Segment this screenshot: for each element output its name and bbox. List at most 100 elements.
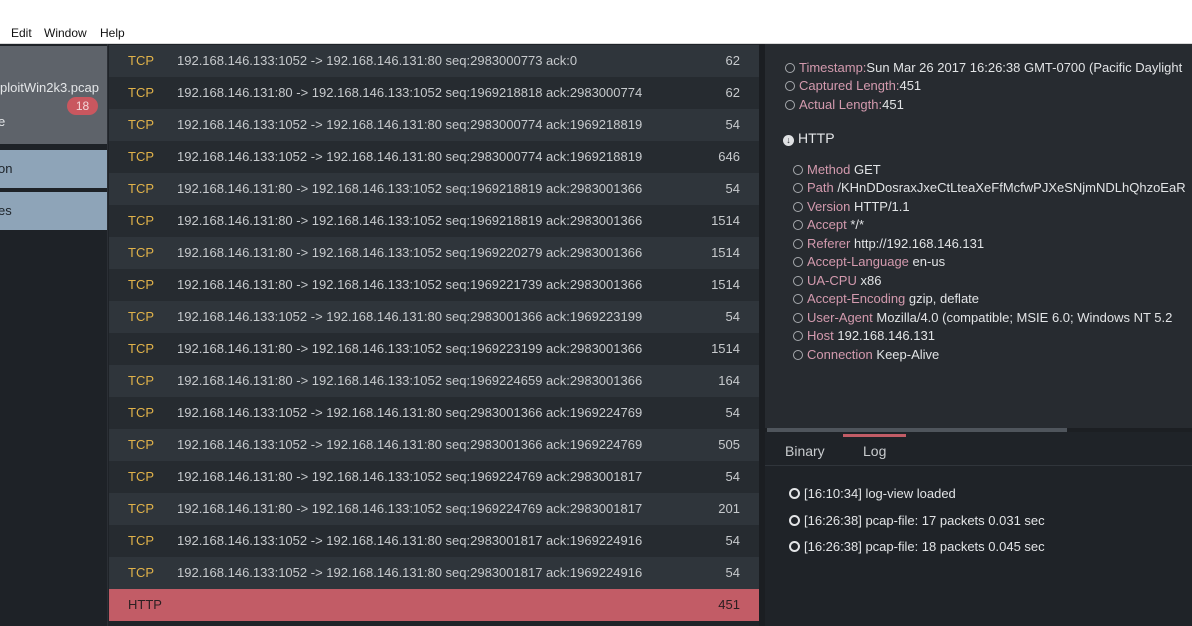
packet-protocol: TCP [128, 149, 154, 164]
packet-summary: 192.168.146.131:80 -> 192.168.146.133:10… [177, 501, 643, 516]
packet-length: 1514 [711, 245, 740, 260]
packet-row[interactable]: TCP 192.168.146.133:1052 -> 192.168.146.1… [109, 557, 759, 589]
packet-protocol: TCP [128, 469, 154, 484]
packet-protocol: TCP [128, 181, 154, 196]
detail-key: Path [807, 180, 834, 195]
detail-value: gzip, deflate [908, 291, 980, 306]
log-text: [16:26:38] pcap-file: 18 packets 0.045 s… [804, 539, 1045, 554]
packet-protocol: TCP [128, 405, 154, 420]
expand-circle-icon [785, 63, 795, 73]
detail-actual-length[interactable]: Actual Length:451 [785, 97, 904, 112]
packet-row[interactable]: TCP 192.168.146.133:1052 -> 192.168.146.1… [109, 141, 759, 173]
detail-timestamp[interactable]: Timestamp:Sun Mar 26 2017 16:26:38 GMT-0… [785, 60, 1182, 75]
detail-value: http://192.168.146.131 [853, 236, 985, 251]
detail-value: */* [850, 217, 865, 232]
collapse-arrow-icon: ↓ [783, 135, 794, 146]
packet-length: 54 [725, 533, 740, 548]
log-bullet-icon [789, 515, 800, 526]
menu-window[interactable]: Window [44, 26, 87, 40]
packet-length: 646 [718, 149, 740, 164]
sidebar-button-2[interactable]: es [0, 192, 107, 230]
packet-protocol: TCP [128, 245, 154, 260]
packet-row[interactable]: TCP 192.168.146.131:80 -> 192.168.146.133… [109, 493, 759, 525]
http-field[interactable]: UA-CPU x86 [793, 273, 881, 288]
http-field[interactable]: Accept-Language en-us [793, 254, 945, 269]
packet-row[interactable]: TCP 192.168.146.131:80 -> 192.168.146.133… [109, 77, 759, 109]
packet-protocol: TCP [128, 373, 154, 388]
http-field[interactable]: Accept */* [793, 217, 864, 232]
expand-circle-icon [785, 100, 795, 110]
packet-summary: 192.168.146.133:1052 -> 192.168.146.131:… [177, 565, 643, 580]
http-field[interactable]: Method GET [793, 162, 881, 177]
detail-key: Accept-Encoding [807, 291, 906, 306]
tab-binary[interactable]: Binary [785, 443, 825, 459]
http-field[interactable]: Accept-Encoding gzip, deflate [793, 291, 979, 306]
packet-summary: 192.168.146.131:80 -> 192.168.146.133:10… [177, 245, 643, 260]
packet-row[interactable]: TCP 192.168.146.133:1052 -> 192.168.146.1… [109, 429, 759, 461]
packet-row[interactable]: TCP 192.168.146.133:1052 -> 192.168.146.1… [109, 525, 759, 557]
tab-log[interactable]: Log [863, 443, 886, 459]
expand-circle-icon [785, 81, 795, 91]
packet-row[interactable]: TCP 192.168.146.131:80 -> 192.168.146.133… [109, 365, 759, 397]
expand-circle-icon [793, 183, 803, 193]
packet-summary: 192.168.146.131:80 -> 192.168.146.133:10… [177, 373, 643, 388]
http-field[interactable]: Path /KHnDDosraxJxeCtLteaXeFfMcfwPJXeSNj… [793, 180, 1186, 195]
pcap-file-card[interactable]: ploitWin2k3.pcap 18 e [0, 46, 107, 144]
packet-row[interactable]: TCP 192.168.146.133:1052 -> 192.168.146.1… [109, 301, 759, 333]
packet-row[interactable]: TCP 192.168.146.131:80 -> 192.168.146.133… [109, 237, 759, 269]
pcap-file-name: ploitWin2k3.pcap [0, 80, 99, 95]
detail-key: UA-CPU [807, 273, 857, 288]
detail-key: Accept [807, 217, 847, 232]
packet-length: 54 [725, 309, 740, 324]
packet-length: 62 [725, 85, 740, 100]
packet-protocol: TCP [128, 53, 154, 68]
packet-protocol: TCP [128, 341, 154, 356]
packet-length: 54 [725, 405, 740, 420]
packet-summary: 192.168.146.131:80 -> 192.168.146.133:10… [177, 277, 643, 292]
detail-value: x86 [860, 273, 882, 288]
packet-row[interactable]: TCP 192.168.146.133:1052 -> 192.168.146.1… [109, 397, 759, 429]
menu-edit[interactable]: Edit [11, 26, 32, 40]
packet-row[interactable]: TCP 192.168.146.131:80 -> 192.168.146.133… [109, 269, 759, 301]
http-field[interactable]: Version HTTP/1.1 [793, 199, 910, 214]
http-field[interactable]: Referer http://192.168.146.131 [793, 236, 984, 251]
packet-summary: 192.168.146.133:1052 -> 192.168.146.131:… [177, 309, 643, 324]
packet-summary: 192.168.146.131:80 -> 192.168.146.133:10… [177, 181, 643, 196]
detail-value: Keep-Alive [876, 347, 940, 362]
packet-protocol: TCP [128, 437, 154, 452]
packet-row[interactable]: TCP 192.168.146.131:80 -> 192.168.146.133… [109, 173, 759, 205]
packet-row[interactable]: TCP 192.168.146.131:80 -> 192.168.146.133… [109, 205, 759, 237]
log-text: [16:10:34] log-view loaded [804, 486, 956, 501]
packet-summary: 192.168.146.131:80 -> 192.168.146.133:10… [177, 341, 643, 356]
packet-protocol: TCP [128, 85, 154, 100]
packet-row[interactable]: TCP 192.168.146.131:80 -> 192.168.146.133… [109, 333, 759, 365]
packet-row[interactable]: TCP 192.168.146.131:80 -> 192.168.146.133… [109, 461, 759, 493]
sidebar-button-1[interactable]: on [0, 150, 107, 188]
detail-key: Accept-Language [807, 254, 909, 269]
packet-length: 451 [718, 597, 740, 612]
log-entry: [16:26:38] pcap-file: 18 packets 0.045 s… [789, 539, 1045, 554]
http-field[interactable]: Host 192.168.146.131 [793, 328, 935, 343]
expand-circle-icon [793, 350, 803, 360]
packet-row[interactable]: TCP 192.168.146.133:1052 -> 192.168.146.1… [109, 109, 759, 141]
active-tab-indicator [843, 434, 906, 437]
packet-length: 201 [718, 501, 740, 516]
packet-protocol: TCP [128, 533, 154, 548]
detail-captured-length[interactable]: Captured Length:451 [785, 78, 921, 93]
packet-summary: 192.168.146.133:1052 -> 192.168.146.131:… [177, 117, 643, 132]
packet-list: TCP 192.168.146.133:1052 -> 192.168.146.1… [109, 44, 759, 626]
expand-circle-icon [793, 165, 803, 175]
log-panel: [16:10:34] log-view loaded [16:26:38] pc… [765, 467, 1192, 626]
http-field[interactable]: Connection Keep-Alive [793, 347, 939, 362]
expand-circle-icon [793, 313, 803, 323]
menu-help[interactable]: Help [100, 26, 125, 40]
detail-key: Connection [807, 347, 873, 362]
packet-summary: 192.168.146.133:1052 -> 192.168.146.131:… [177, 405, 643, 420]
packet-length: 164 [718, 373, 740, 388]
packet-row-selected[interactable]: HTTP 451 [109, 589, 759, 621]
packet-row[interactable]: TCP 192.168.146.133:1052 -> 192.168.146.1… [109, 45, 759, 77]
http-section-header[interactable]: ↓ HTTP [783, 130, 835, 146]
sidebar-button-2-label: es [0, 203, 12, 218]
expand-circle-icon [793, 202, 803, 212]
http-field[interactable]: User-Agent Mozilla/4.0 (compatible; MSIE… [793, 310, 1172, 325]
